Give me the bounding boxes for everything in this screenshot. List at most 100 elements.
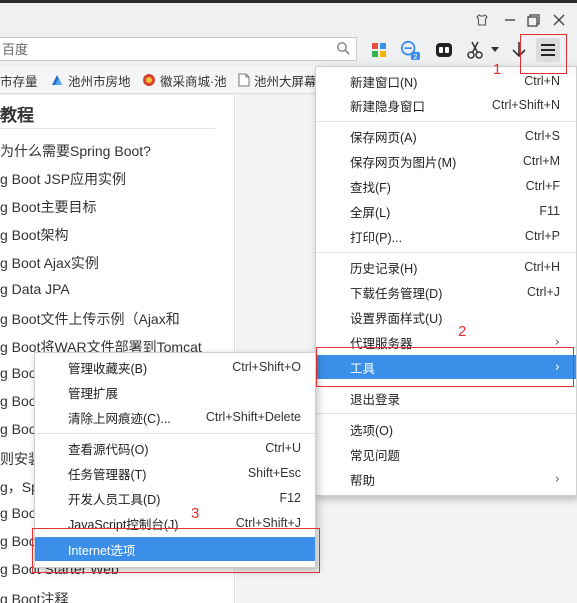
annotation-box-step3 [32, 528, 320, 573]
sidebar-link[interactable]: g Boo [0, 421, 37, 441]
menu-item-options[interactable]: 选项(O) [316, 417, 576, 441]
annotation-label-step3: 3 [191, 505, 200, 522]
menu-item-shortcut: Ctrl+Shift+Delete [205, 410, 301, 424]
game-icon[interactable] [434, 40, 454, 60]
menu-item-label: 选项(O) [350, 423, 394, 438]
menu-item-shortcut: Ctrl+F [525, 179, 560, 193]
menu-item-shortcut: Ctrl+Shift+O [232, 360, 301, 374]
menu-item-label: 查看源代码(O) [68, 442, 149, 457]
submenu-item-task-manager[interactable]: 任务管理器(T) Shift+Esc [35, 461, 315, 485]
menu-item-shortcut: F11 [539, 204, 560, 218]
search-box[interactable] [0, 37, 357, 61]
menu-item-shortcut: Ctrl+U [265, 441, 301, 455]
menu-item-label: 任务管理器(T) [68, 467, 147, 482]
bookmark-label: 池州大屏幕 [254, 74, 317, 89]
window-titlebar [0, 0, 577, 36]
menu-item-label: 保存网页(A) [350, 130, 417, 145]
search-input[interactable] [0, 38, 330, 60]
menu-separator [316, 413, 576, 414]
menu-item-fullscreen[interactable]: 全屏(L) F11 [316, 199, 576, 223]
annotation-box-step1 [520, 34, 567, 74]
sidebar-link[interactable]: g Boo [0, 505, 37, 525]
apps-icon[interactable] [369, 40, 389, 60]
search-icon[interactable] [336, 41, 350, 55]
sidebar-link[interactable]: g Boot主要目标 [0, 197, 96, 217]
submenu-item-clear-history[interactable]: 清除上网痕迹(C)... Ctrl+Shift+Delete [35, 405, 315, 429]
menu-item-label: 保存网页为图片(M) [350, 155, 457, 170]
menu-item-label: 退出登录 [350, 392, 401, 407]
shop-icon [143, 74, 155, 86]
annotation-box-step2 [316, 347, 574, 387]
menu-item-shortcut: F12 [279, 491, 301, 505]
menu-item-label: 帮助 [350, 473, 376, 488]
page-icon [238, 73, 250, 87]
sidebar-link[interactable]: g Boot JSP应用实例 [0, 169, 126, 189]
menu-item-faq[interactable]: 常见问题 [316, 442, 576, 466]
menu-separator [35, 433, 315, 434]
minimize-icon[interactable] [502, 12, 518, 28]
menu-item-logout[interactable]: 退出登录 [316, 386, 576, 410]
notification-icon[interactable]: 2 [400, 40, 420, 61]
bookmark-label: 市存量 [0, 74, 38, 89]
menu-item-save-as-image[interactable]: 保存网页为图片(M) Ctrl+M [316, 149, 576, 173]
bookmark-item[interactable]: 市存量 [0, 72, 42, 89]
skin-icon[interactable] [474, 12, 490, 28]
menu-separator [316, 121, 576, 122]
menu-item-help[interactable]: 帮助 › [316, 467, 576, 491]
menu-item-new-incognito-window[interactable]: 新建隐身窗口 Ctrl+Shift+N [316, 93, 576, 117]
menu-item-label: 常见问题 [350, 448, 401, 463]
menu-item-label: 管理收藏夹(B) [68, 361, 148, 376]
menu-item-appearance[interactable]: 设置界面样式(U) [316, 305, 576, 329]
divider [0, 128, 215, 129]
menu-item-shortcut: Ctrl+M [522, 154, 560, 168]
menu-item-shortcut: Ctrl+H [524, 260, 560, 274]
menu-item-history[interactable]: 历史记录(H) Ctrl+H [316, 255, 576, 279]
sidebar-link[interactable]: g Boot Ajax实例 [0, 253, 99, 273]
menu-item-downloads[interactable]: 下载任务管理(D) Ctrl+J [316, 280, 576, 304]
menu-item-label: 查找(F) [350, 180, 391, 195]
close-icon[interactable] [551, 12, 567, 28]
submenu-item-manage-extensions[interactable]: 管理扩展 [35, 380, 315, 404]
screenshot-icon[interactable] [466, 40, 486, 60]
menu-item-label: 管理扩展 [68, 386, 119, 401]
bookmark-label: 池州市房地 [68, 74, 131, 89]
menu-separator [316, 252, 576, 253]
menu-item-save-page[interactable]: 保存网页(A) Ctrl+S [316, 124, 576, 148]
submenu-item-view-source[interactable]: 查看源代码(O) Ctrl+U [35, 436, 315, 460]
menu-item-label: 下载任务管理(D) [350, 286, 443, 301]
chevron-right-icon: › [554, 471, 560, 487]
restore-icon[interactable] [525, 12, 541, 28]
bookmark-item[interactable]: 徽采商城·池 [142, 72, 228, 88]
menu-item-shortcut: Ctrl+Shift+N [491, 98, 560, 112]
menu-item-print[interactable]: 打印(P)... Ctrl+P [316, 224, 576, 248]
annotation-label-step2: 2 [458, 323, 467, 340]
sidebar-link[interactable]: g Boot注释 [0, 589, 68, 603]
sidebar-link[interactable]: g Boo [0, 393, 37, 413]
menu-item-label: 开发人员工具(D) [68, 492, 161, 507]
menu-item-shortcut: Ctrl+S [524, 129, 560, 143]
menu-item-find[interactable]: 查找(F) Ctrl+F [316, 174, 576, 198]
sidebar-link[interactable]: g Data JPA [0, 281, 70, 301]
sidebar-link[interactable]: g Boot文件上传示例（Ajax和 [0, 309, 180, 329]
menu-item-label: 设置界面样式(U) [350, 311, 443, 326]
menu-item-label: 历史记录(H) [350, 261, 418, 276]
menu-item-label: 全屏(L) [350, 205, 391, 220]
caret-down-icon[interactable] [489, 40, 501, 60]
menu-item-shortcut: Shift+Esc [247, 466, 301, 480]
sidebar-link[interactable]: g Boo [0, 365, 37, 385]
notification-badge: 2 [413, 52, 417, 61]
menu-item-label: 清除上网痕迹(C)... [68, 411, 171, 426]
submenu-item-manage-favorites[interactable]: 管理收藏夹(B) Ctrl+Shift+O [35, 355, 315, 379]
sidebar-link[interactable]: g Boot架构 [0, 225, 68, 245]
submenu-item-developer-tools[interactable]: 开发人员工具(D) F12 [35, 486, 315, 510]
bookmark-item[interactable]: 池州市房地 [50, 72, 132, 88]
menu-item-shortcut: Ctrl+P [524, 229, 560, 243]
titlebar-strip [0, 0, 577, 3]
menu-item-shortcut: Ctrl+J [527, 285, 560, 299]
menu-item-label: 新建窗口(N) [350, 75, 418, 90]
annotation-label-step1: 1 [493, 61, 502, 78]
bookmark-label: 徽采商城·池 [160, 74, 227, 89]
sidebar-link[interactable]: 为什么需要Spring Boot? [0, 141, 151, 161]
menu-item-shortcut: Ctrl+N [524, 74, 560, 88]
main-menu: 新建窗口(N) Ctrl+N 新建隐身窗口 Ctrl+Shift+N 保存网页(A)… [315, 66, 577, 496]
